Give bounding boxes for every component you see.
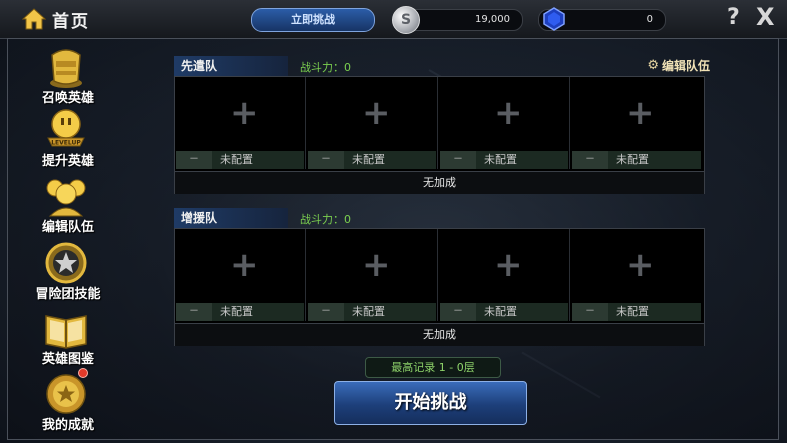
vanguard-slot-2[interactable]: + － 未配置 bbox=[307, 77, 438, 169]
slot-footer: － 未配置 bbox=[572, 151, 701, 169]
gear-icon: ⚙ bbox=[647, 58, 659, 73]
plus-icon: + bbox=[362, 245, 391, 285]
support-slot-4[interactable]: + － 未配置 bbox=[571, 229, 702, 321]
levelup-hero-icon: LEVELUP bbox=[47, 109, 85, 147]
vanguard-team-panel: + － 未配置 + － 未配置 + － 未配置 + － 未配置 无加成 bbox=[174, 76, 705, 194]
slot-status: 未配置 bbox=[484, 153, 517, 166]
summon-hero-icon bbox=[50, 49, 82, 88]
remove-button[interactable]: － bbox=[440, 151, 476, 169]
support-bonus: 无加成 bbox=[175, 323, 704, 346]
top-bar: 首页 立即挑战 S 19,000 0 ? X bbox=[0, 0, 787, 39]
home-label: 首页 bbox=[52, 11, 90, 32]
support-slot-2[interactable]: + － 未配置 bbox=[307, 229, 438, 321]
notification-badge bbox=[78, 368, 88, 378]
start-challenge-button[interactable]: 开始挑战 bbox=[334, 381, 527, 425]
edit-team-button[interactable]: ⚙ 编辑队伍 bbox=[647, 57, 710, 74]
remove-button[interactable]: － bbox=[440, 303, 476, 321]
sidebar-item-label: 召唤英雄 bbox=[41, 91, 94, 106]
support-power: 战斗力：0 bbox=[300, 213, 351, 226]
plus-icon: + bbox=[626, 245, 655, 285]
remove-button[interactable]: － bbox=[572, 303, 608, 321]
vanguard-slot-4[interactable]: + － 未配置 bbox=[571, 77, 702, 169]
silver-coin-icon: S bbox=[392, 6, 420, 34]
slot-footer: － 未配置 bbox=[440, 303, 568, 321]
support-title: 增援队 bbox=[174, 208, 288, 228]
sidebar-item-edit-team[interactable]: 编辑队伍 bbox=[26, 174, 110, 235]
gem-counter: 0 bbox=[538, 7, 666, 31]
plus-icon: + bbox=[230, 93, 259, 133]
vanguard-title: 先遣队 bbox=[174, 56, 288, 76]
blue-gem-icon bbox=[543, 7, 565, 31]
support-slot-3[interactable]: + － 未配置 bbox=[439, 229, 570, 321]
home-icon bbox=[22, 8, 46, 30]
sidebar-item-adventure-skill[interactable]: 冒险团技能 bbox=[26, 241, 110, 302]
plus-icon: + bbox=[230, 245, 259, 285]
slot-status: 未配置 bbox=[484, 305, 517, 318]
slot-footer: － 未配置 bbox=[308, 151, 436, 169]
slot-status: 未配置 bbox=[352, 153, 385, 166]
sidebar-item-label: 英雄图鉴 bbox=[41, 352, 94, 367]
support-team-panel: + － 未配置 + － 未配置 + － 未配置 + － 未配置 无加成 bbox=[174, 228, 705, 346]
slot-footer: － 未配置 bbox=[440, 151, 568, 169]
best-record: 最高记录 1 - 0层 bbox=[365, 357, 501, 378]
slot-footer: － 未配置 bbox=[176, 151, 304, 169]
support-slot-1[interactable]: + － 未配置 bbox=[175, 229, 306, 321]
remove-button[interactable]: － bbox=[308, 151, 344, 169]
home-button[interactable]: 首页 bbox=[22, 6, 90, 32]
hero-book-icon bbox=[45, 315, 87, 349]
gem-value: 0 bbox=[646, 14, 653, 25]
sidebar-item-levelup-hero[interactable]: LEVELUP 提升英雄 bbox=[26, 108, 110, 169]
sidebar-item-achievement[interactable]: 我的成就 bbox=[26, 368, 110, 433]
remove-button[interactable]: － bbox=[572, 151, 608, 169]
coin-counter: S 19,000 bbox=[392, 6, 523, 34]
edit-team-label: 编辑队伍 bbox=[661, 59, 710, 73]
slot-status: 未配置 bbox=[616, 305, 649, 318]
slot-footer: － 未配置 bbox=[308, 303, 436, 321]
remove-button[interactable]: － bbox=[176, 303, 212, 321]
vanguard-header: 先遣队 战斗力：0 ⚙ 编辑队伍 bbox=[174, 56, 710, 76]
vanguard-slot-1[interactable]: + － 未配置 bbox=[175, 77, 306, 169]
slot-status: 未配置 bbox=[352, 305, 385, 318]
team-icon bbox=[46, 179, 86, 217]
plus-icon: + bbox=[494, 93, 523, 133]
plus-icon: + bbox=[362, 93, 391, 133]
instant-challenge-button[interactable]: 立即挑战 bbox=[251, 8, 375, 32]
vanguard-power: 战斗力：0 bbox=[300, 61, 351, 74]
plus-icon: + bbox=[494, 245, 523, 285]
remove-button[interactable]: － bbox=[308, 303, 344, 321]
sidebar-item-hero-book[interactable]: 英雄图鉴 bbox=[26, 306, 110, 367]
achievement-icon bbox=[46, 374, 86, 414]
adventure-skill-icon bbox=[45, 242, 87, 284]
help-button[interactable]: ? bbox=[727, 5, 740, 30]
vanguard-slot-3[interactable]: + － 未配置 bbox=[439, 77, 570, 169]
slot-status: 未配置 bbox=[220, 305, 253, 318]
coin-value: 19,000 bbox=[475, 14, 510, 25]
sidebar-item-label: 提升英雄 bbox=[41, 154, 94, 169]
sidebar-item-label: 我的成就 bbox=[41, 418, 94, 433]
support-header: 增援队 战斗力：0 bbox=[174, 208, 704, 228]
sidebar-item-label: 编辑队伍 bbox=[41, 220, 94, 235]
slot-footer: － 未配置 bbox=[176, 303, 304, 321]
sidebar-item-summon-hero[interactable]: 召唤英雄 bbox=[26, 45, 110, 106]
levelup-icon-text: LEVELUP bbox=[51, 140, 81, 147]
plus-icon: + bbox=[626, 93, 655, 133]
slot-status: 未配置 bbox=[220, 153, 253, 166]
vanguard-bonus: 无加成 bbox=[175, 171, 704, 194]
sidebar-item-label: 冒险团技能 bbox=[35, 287, 101, 302]
remove-button[interactable]: － bbox=[176, 151, 212, 169]
slot-status: 未配置 bbox=[616, 153, 649, 166]
slot-footer: － 未配置 bbox=[572, 303, 701, 321]
close-button[interactable]: X bbox=[756, 3, 775, 31]
